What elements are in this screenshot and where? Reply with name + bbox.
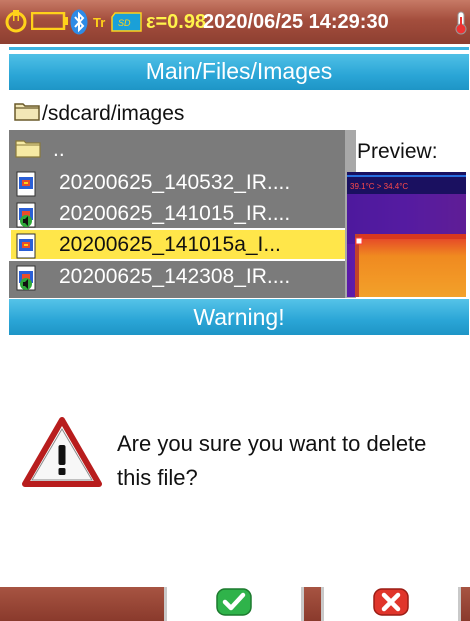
sd-card-icon: SD xyxy=(111,12,143,37)
softkey-bar xyxy=(0,587,470,621)
header-top-line xyxy=(9,47,469,50)
list-item[interactable]: 20200625_140532_IR.... xyxy=(9,167,347,198)
softkey-edge xyxy=(461,587,470,621)
power-plug-icon xyxy=(4,8,28,39)
svg-text:Tr: Tr xyxy=(93,15,105,30)
cross-icon xyxy=(373,587,409,621)
dialog-title: Warning! xyxy=(9,299,469,335)
breadcrumb: Main/Files/Images xyxy=(9,52,469,92)
folder-icon xyxy=(14,101,40,127)
dialog-message: Are you sure you want to delete this fil… xyxy=(117,431,427,490)
file-name: 20200625_142308_IR.... xyxy=(59,264,291,288)
softkey-1 xyxy=(0,587,164,621)
temperature-unit-icon: Tr xyxy=(93,12,111,37)
file-name: 20200625_140532_IR.... xyxy=(59,170,291,194)
cancel-button[interactable] xyxy=(321,587,461,621)
emissivity-value: ε=0.98 xyxy=(146,11,207,33)
bluetooth-icon xyxy=(70,9,88,40)
warning-triangle-icon xyxy=(22,417,102,492)
svg-text:SD: SD xyxy=(118,18,131,28)
status-bar: Tr SD ε=0.98 2020/06/25 14:29:30 xyxy=(0,0,470,44)
warning-dialog: Are you sure you want to delete this fil… xyxy=(0,335,470,587)
file-name: 20200625_141015a_I... xyxy=(59,232,281,256)
path-text: /sdcard/images xyxy=(42,102,185,125)
list-item[interactable]: 20200625_141015_IR.... xyxy=(9,198,347,229)
thermometer-icon xyxy=(455,11,467,40)
list-item-selected[interactable]: 20200625_141015a_I... xyxy=(9,228,347,261)
check-icon xyxy=(216,587,252,621)
file-name: .. xyxy=(53,137,65,161)
device-screen: Tr SD ε=0.98 2020/06/25 14:29:30 Main/Fi… xyxy=(0,0,470,621)
ir-image-audio-file-icon xyxy=(15,265,39,297)
file-name: 20200625_141015_IR.... xyxy=(59,201,291,225)
battery-icon xyxy=(30,11,69,35)
softkey-divider xyxy=(304,587,321,621)
list-item-parent-folder[interactable]: .. xyxy=(9,134,347,165)
datetime-display: 2020/06/25 14:29:30 xyxy=(203,11,389,33)
current-path: /sdcard/images xyxy=(14,98,184,130)
file-list[interactable]: .. 20200625_140532_IR.... 20200625_14101… xyxy=(9,130,356,298)
folder-icon xyxy=(15,138,41,164)
preview-label: Preview: xyxy=(357,140,438,163)
list-item[interactable]: 20200625_142308_IR.... xyxy=(9,261,347,292)
confirm-button[interactable] xyxy=(164,587,304,621)
preview-overlay-text: 39.1°C > 34.4°C xyxy=(350,182,408,191)
thermal-preview-image: 39.1°C > 34.4°C xyxy=(347,172,466,297)
